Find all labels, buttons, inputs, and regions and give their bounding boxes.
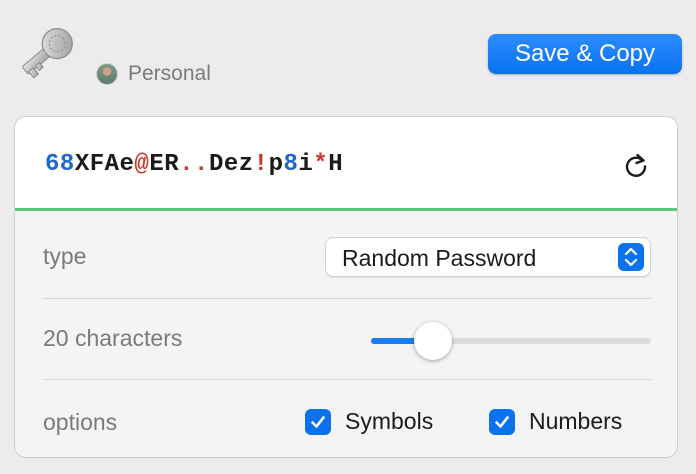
divider	[43, 379, 651, 380]
symbols-label: Symbols	[345, 408, 434, 434]
avatar	[96, 63, 118, 85]
symbols-option[interactable]: Symbols	[305, 408, 433, 435]
password-segment-symbol: ..	[179, 151, 209, 178]
generated-password[interactable]: 68XFAe@ER..Dez!p8i*H	[45, 151, 343, 178]
length-slider[interactable]	[371, 322, 651, 360]
password-segment-digit: 68	[45, 151, 75, 178]
account-selector[interactable]: Personal	[96, 62, 211, 86]
checkmark-icon	[311, 415, 325, 428]
type-label: type	[43, 243, 87, 269]
save-copy-button[interactable]: Save & Copy	[488, 34, 682, 74]
password-segment-letter: i	[298, 151, 314, 178]
password-segment-letter: XFAe	[74, 151, 135, 178]
password-segment-letter: ER	[149, 151, 180, 178]
type-select[interactable]: Random Password	[325, 237, 651, 277]
slider-knob[interactable]	[414, 322, 453, 360]
numbers-checkbox[interactable]	[489, 408, 515, 435]
account-name: Personal	[128, 62, 211, 85]
symbols-checkbox[interactable]	[305, 408, 331, 435]
password-segment-symbol: !	[253, 151, 269, 178]
chevron-up-down-icon	[618, 243, 644, 271]
length-label: 20 characters	[43, 325, 183, 351]
key-icon	[22, 28, 73, 79]
type-select-value: Random Password	[342, 245, 537, 271]
password-segment-letter: Dez	[208, 151, 254, 178]
checkmark-icon	[495, 415, 509, 428]
password-segment-letter: H	[328, 151, 344, 178]
password-segment-letter: p	[268, 151, 284, 178]
numbers-label: Numbers	[529, 408, 623, 434]
password-display: 68XFAe@ER..Dez!p8i*H	[15, 117, 677, 211]
divider	[43, 298, 651, 299]
refresh-icon[interactable]	[621, 151, 651, 181]
password-segment-symbol: @	[134, 151, 150, 178]
generator-card: 68XFAe@ER..Dez!p8i*H type Random Passwor…	[14, 116, 678, 458]
numbers-option[interactable]: Numbers	[489, 408, 622, 435]
options-label: options	[43, 409, 118, 435]
password-segment-symbol: *	[313, 151, 329, 178]
password-segment-digit: 8	[283, 151, 299, 178]
